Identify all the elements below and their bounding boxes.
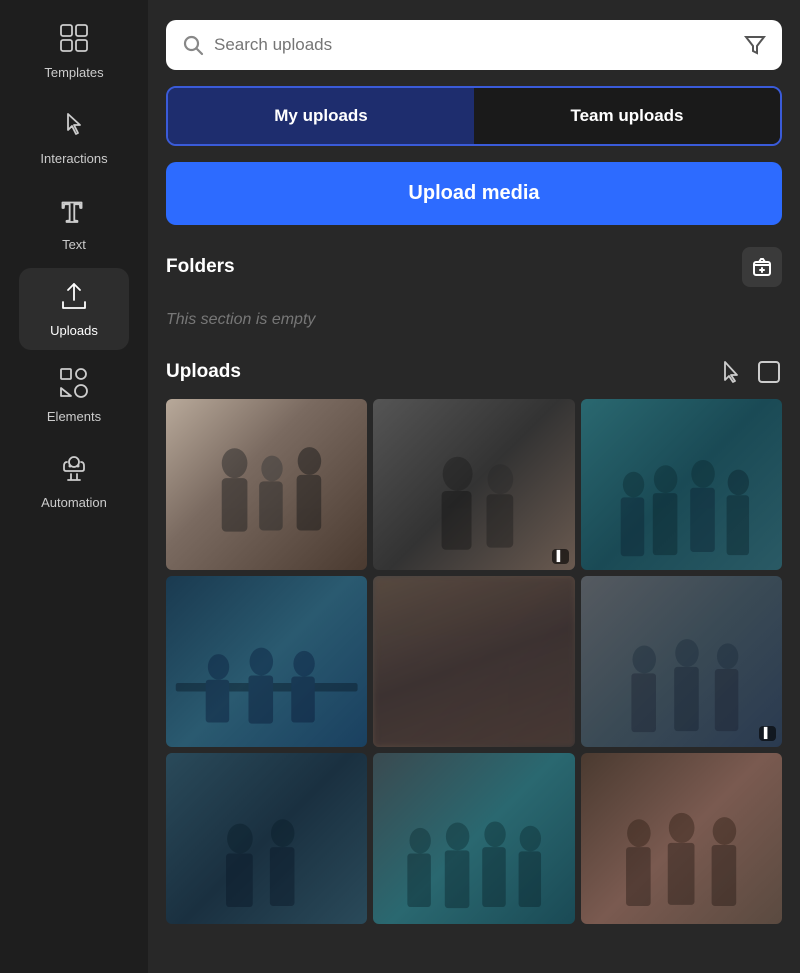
sidebar-item-elements[interactable]: Elements [19, 354, 129, 436]
sidebar-item-elements-label: Elements [47, 409, 101, 424]
main-content: My uploads Team uploads Upload media Fol… [148, 0, 800, 973]
folders-empty-text: This section is empty [166, 301, 782, 359]
sidebar: Templates Interactions T Text Uploads [0, 0, 148, 973]
sidebar-item-text[interactable]: T Text [19, 182, 129, 264]
tab-team-uploads[interactable]: Team uploads [474, 88, 780, 144]
sidebar-item-templates[interactable]: Templates [19, 10, 129, 92]
upload-media-button[interactable]: Upload media [166, 162, 782, 225]
filter-icon[interactable] [744, 34, 766, 56]
select-box-icon[interactable] [756, 359, 782, 385]
sidebar-item-templates-label: Templates [44, 65, 103, 80]
upload-image-2[interactable]: ▌ [373, 399, 574, 570]
upload-tabs: My uploads Team uploads [166, 86, 782, 146]
video-badge-2: ▌ [552, 549, 569, 564]
text-icon: T [58, 194, 90, 231]
video-badge-6: ▌ [759, 726, 776, 741]
sidebar-item-interactions-label: Interactions [40, 151, 107, 166]
upload-image-1[interactable] [166, 399, 367, 570]
upload-image-3[interactable] [581, 399, 782, 570]
svg-text:T: T [62, 196, 82, 226]
upload-image-4[interactable] [166, 576, 367, 747]
sidebar-item-text-label: Text [62, 237, 86, 252]
search-icon [182, 34, 204, 56]
uploads-section-header: Uploads [166, 359, 782, 385]
upload-image-9[interactable] [581, 753, 782, 924]
search-bar [166, 20, 782, 70]
cursor-icon [720, 359, 746, 385]
sidebar-item-uploads-label: Uploads [50, 323, 98, 338]
uploads-image-grid: ▌ [166, 399, 782, 924]
interactions-icon [58, 108, 90, 145]
upload-image-8[interactable] [373, 753, 574, 924]
sidebar-item-interactions[interactable]: Interactions [19, 96, 129, 178]
elements-icon [58, 366, 90, 403]
tab-my-uploads[interactable]: My uploads [168, 88, 474, 144]
sidebar-item-automation-label: Automation [41, 495, 107, 510]
uploads-title: Uploads [166, 361, 241, 383]
automation-icon [58, 452, 90, 489]
upload-image-5[interactable] [373, 576, 574, 747]
folders-section-header: Folders [166, 247, 782, 287]
folders-title: Folders [166, 256, 235, 278]
uploads-icon [58, 280, 90, 317]
upload-image-7[interactable] [166, 753, 367, 924]
add-folder-button[interactable] [742, 247, 782, 287]
upload-image-6[interactable]: ▌ [581, 576, 782, 747]
sidebar-item-automation[interactable]: Automation [19, 440, 129, 522]
search-input[interactable] [214, 35, 734, 55]
templates-icon [58, 22, 90, 59]
uploads-tools [720, 359, 782, 385]
sidebar-item-uploads[interactable]: Uploads [19, 268, 129, 350]
